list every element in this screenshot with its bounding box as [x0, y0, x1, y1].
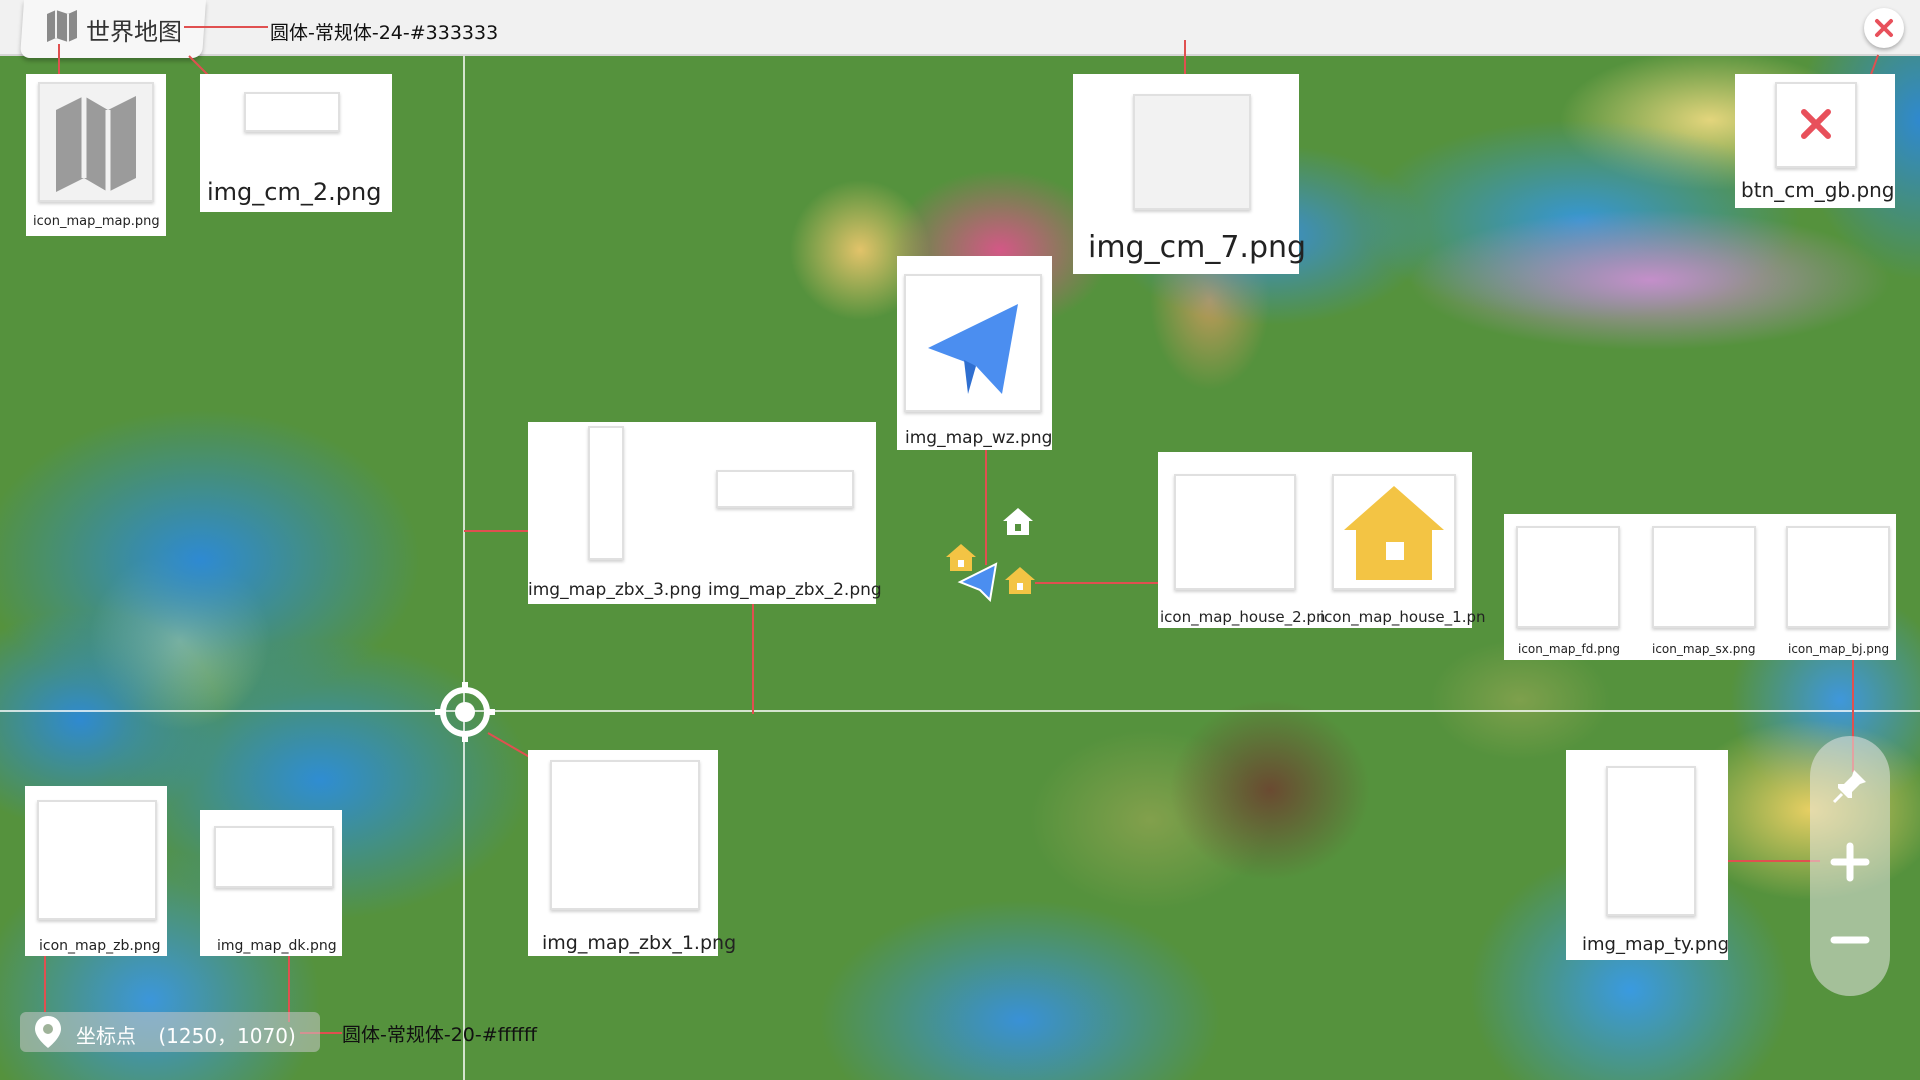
asset-label: icon_map_sx.png: [1652, 642, 1756, 656]
asset-card-img-map-zbx-1: img_map_zbx_1.png: [528, 750, 736, 956]
page-title: 世界地图: [86, 18, 182, 46]
asset-card-img-map-ty: img_map_ty.png: [1566, 750, 1730, 960]
crosshair-horizontal-line: [0, 710, 1920, 712]
asset-label: icon_map_zb.png: [39, 938, 161, 954]
asset-label: icon_map_map.png: [33, 214, 160, 229]
annotation-line: [1035, 582, 1162, 584]
coord-style-annotation: 圆体-常规体-20-#ffffff: [342, 1024, 537, 1046]
close-icon: [1875, 19, 1893, 37]
asset-card-btn-cm-gb: btn_cm_gb.png: [1735, 74, 1895, 208]
asset-slot: [588, 426, 624, 560]
annotation-line: [752, 600, 754, 714]
crosshair-icon[interactable]: [433, 680, 497, 744]
asset-slot: [1775, 82, 1857, 168]
asset-label: img_map_zbx_1.png: [542, 932, 737, 954]
asset-card-icon-map-house: icon_map_house_2.pn icon_map_house_1.pn: [1158, 452, 1486, 628]
map-icon: [56, 96, 136, 192]
asset-slot: [550, 760, 700, 910]
asset-slot: [38, 82, 154, 202]
crosshair-vertical-line: [463, 56, 465, 1080]
asset-slot: [37, 800, 157, 920]
asset-slot: [904, 274, 1042, 412]
asset-slot: [1516, 526, 1620, 628]
house-icon: [1344, 486, 1444, 580]
asset-label: icon_map_fd.png: [1518, 642, 1621, 656]
paper-plane-icon[interactable]: [956, 558, 1000, 602]
asset-slot: [716, 470, 854, 508]
close-button[interactable]: [1864, 8, 1904, 48]
asset-slot: [214, 826, 334, 888]
annotation-line: [44, 952, 46, 1012]
plus-icon[interactable]: [1830, 842, 1870, 882]
location-pin-icon: [35, 1016, 61, 1048]
coordinate-value: (1250，1070): [158, 1024, 296, 1048]
coordinate-label: 坐标点 (1250，1070): [76, 1020, 296, 1049]
asset-slot: [1133, 94, 1251, 210]
zoom-control-panel: [1810, 736, 1890, 996]
annotation-line: [985, 450, 987, 565]
asset-label: img_map_zbx_2.png: [708, 580, 882, 600]
asset-label: img_map_dk.png: [217, 938, 337, 954]
asset-card-toolbar-icons: icon_map_fd.png icon_map_sx.png icon_map…: [1504, 514, 1896, 660]
asset-label: icon_map_bj.png: [1788, 642, 1890, 656]
pin-icon[interactable]: [1830, 766, 1870, 806]
minus-icon[interactable]: [1830, 920, 1870, 960]
asset-label: icon_map_house_1.pn: [1320, 608, 1486, 626]
coordinate-display: 坐标点 (1250，1070): [20, 1012, 320, 1052]
asset-card-icon-map-zb: icon_map_zb.png: [25, 786, 167, 956]
paper-plane-icon: [928, 304, 1018, 394]
asset-slot: [1606, 766, 1696, 916]
asset-slot: [1786, 526, 1890, 628]
asset-slot: [1652, 526, 1756, 628]
asset-label: icon_map_house_2.pn: [1160, 608, 1326, 626]
asset-slot: [244, 92, 340, 132]
asset-label: img_cm_2.png: [207, 178, 382, 206]
title-style-annotation: 圆体-常规体-24-#333333: [270, 22, 499, 44]
house-icon[interactable]: [1002, 563, 1038, 597]
asset-card-img-cm-2: img_cm_2.png: [200, 74, 392, 212]
asset-slot: [1174, 474, 1296, 590]
coordinate-title: 坐标点: [76, 1024, 136, 1048]
asset-card-img-map-wz: img_map_wz.png: [897, 256, 1052, 450]
asset-label: img_map_ty.png: [1582, 934, 1730, 955]
asset-card-img-cm-7: img_cm_7.png: [1073, 74, 1306, 274]
asset-label: img_map_zbx_3.png: [528, 580, 702, 600]
asset-card-img-map-dk: img_map_dk.png: [200, 810, 342, 956]
close-icon: [1801, 109, 1831, 139]
asset-card-icon-map-map: icon_map_map.png: [26, 74, 166, 236]
asset-card-img-map-zbx: img_map_zbx_3.png img_map_zbx_2.png: [528, 422, 882, 604]
asset-label: img_map_wz.png: [905, 428, 1053, 448]
house-icon[interactable]: [1000, 504, 1036, 538]
asset-label: btn_cm_gb.png: [1741, 178, 1895, 202]
map-icon: [47, 10, 77, 42]
asset-slot: [1332, 474, 1456, 590]
asset-label: img_cm_7.png: [1088, 230, 1307, 265]
annotation-line: [184, 26, 268, 28]
